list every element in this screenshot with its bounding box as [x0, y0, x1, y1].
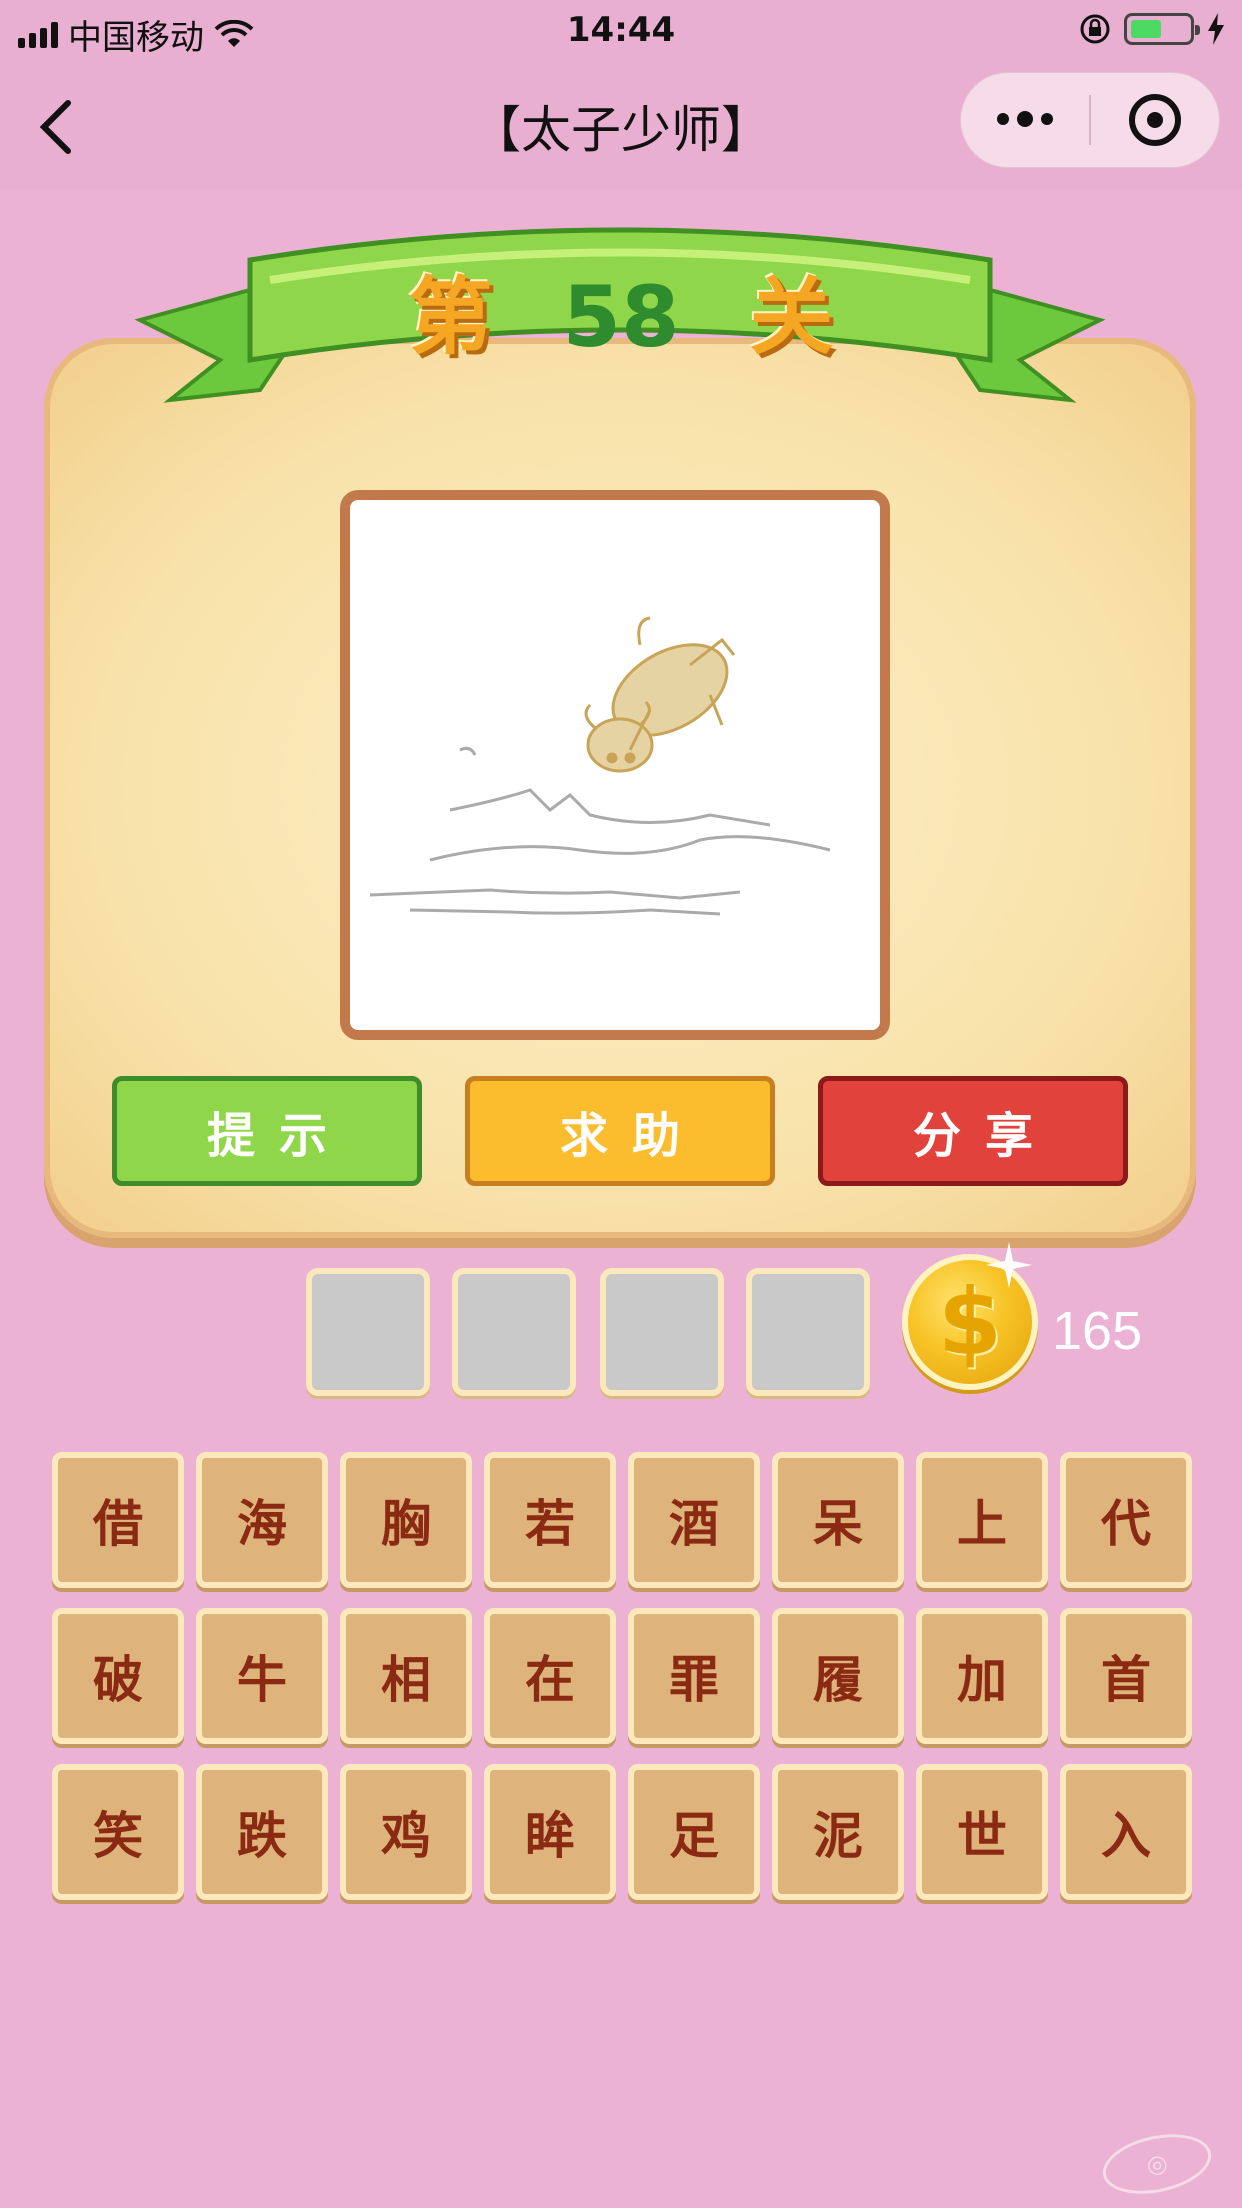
level-number: 58 [562, 268, 680, 366]
close-target-icon [1128, 94, 1181, 146]
answer-slot[interactable] [452, 1268, 576, 1396]
sparkle-icon [986, 1242, 1032, 1288]
level-suffix: 关 [749, 268, 834, 366]
character-tile[interactable]: 代 [1060, 1452, 1192, 1588]
character-tile[interactable]: 酒 [628, 1452, 760, 1588]
character-tile[interactable]: 加 [916, 1608, 1048, 1744]
character-tile[interactable]: 跌 [196, 1764, 328, 1900]
character-tile[interactable]: 首 [1060, 1608, 1192, 1744]
close-mini-program-button[interactable] [1091, 72, 1219, 168]
character-tile[interactable]: 牛 [196, 1608, 328, 1744]
help-button[interactable]: 求助 [465, 1076, 775, 1186]
puzzle-illustration [369, 616, 831, 916]
character-tile[interactable]: 呆 [772, 1452, 904, 1588]
rotation-lock-icon [1080, 14, 1110, 44]
character-tile[interactable]: 履 [772, 1608, 904, 1744]
watermark-logo: ◎ [1097, 2125, 1217, 2203]
hint-button[interactable]: 提示 [112, 1076, 422, 1186]
status-time: 14:44 [566, 10, 676, 50]
answer-slot[interactable] [746, 1268, 870, 1396]
status-right [1078, 12, 1226, 46]
character-tile[interactable]: 在 [484, 1608, 616, 1744]
status-bar: 中国移动 14:44 [0, 0, 1242, 62]
coin-count: 165 [1052, 1301, 1143, 1361]
more-dots-icon [997, 111, 1053, 127]
character-tile[interactable]: 世 [916, 1764, 1048, 1900]
character-tile[interactable]: 眸 [484, 1764, 616, 1900]
character-tile[interactable]: 胸 [340, 1452, 472, 1588]
character-tile[interactable]: 海 [196, 1452, 328, 1588]
answer-slot[interactable] [600, 1268, 724, 1396]
character-tile[interactable]: 入 [1060, 1764, 1192, 1900]
nav-bar: 【太子少师】 [0, 62, 1242, 190]
character-tile[interactable]: 泥 [772, 1764, 904, 1900]
character-tile[interactable]: 相 [340, 1608, 472, 1744]
level-title: 第 58 关 [0, 250, 1242, 371]
character-tile[interactable]: 笑 [52, 1764, 184, 1900]
character-tile[interactable]: 鸡 [340, 1764, 472, 1900]
answer-slot[interactable] [306, 1268, 430, 1396]
character-tile[interactable]: 破 [52, 1608, 184, 1744]
character-tile[interactable]: 上 [916, 1452, 1048, 1588]
character-tile[interactable]: 借 [52, 1452, 184, 1588]
more-button[interactable] [961, 72, 1089, 168]
character-tile[interactable]: 罪 [628, 1608, 760, 1744]
charging-bolt-icon [1208, 13, 1224, 45]
puzzle-image-frame [340, 490, 890, 1040]
level-prefix: 第 [408, 268, 493, 366]
character-tile[interactable]: 足 [628, 1764, 760, 1900]
share-button[interactable]: 分享 [818, 1076, 1128, 1186]
mini-program-capsule [960, 72, 1220, 168]
character-tile[interactable]: 若 [484, 1452, 616, 1588]
battery-icon [1124, 13, 1200, 45]
